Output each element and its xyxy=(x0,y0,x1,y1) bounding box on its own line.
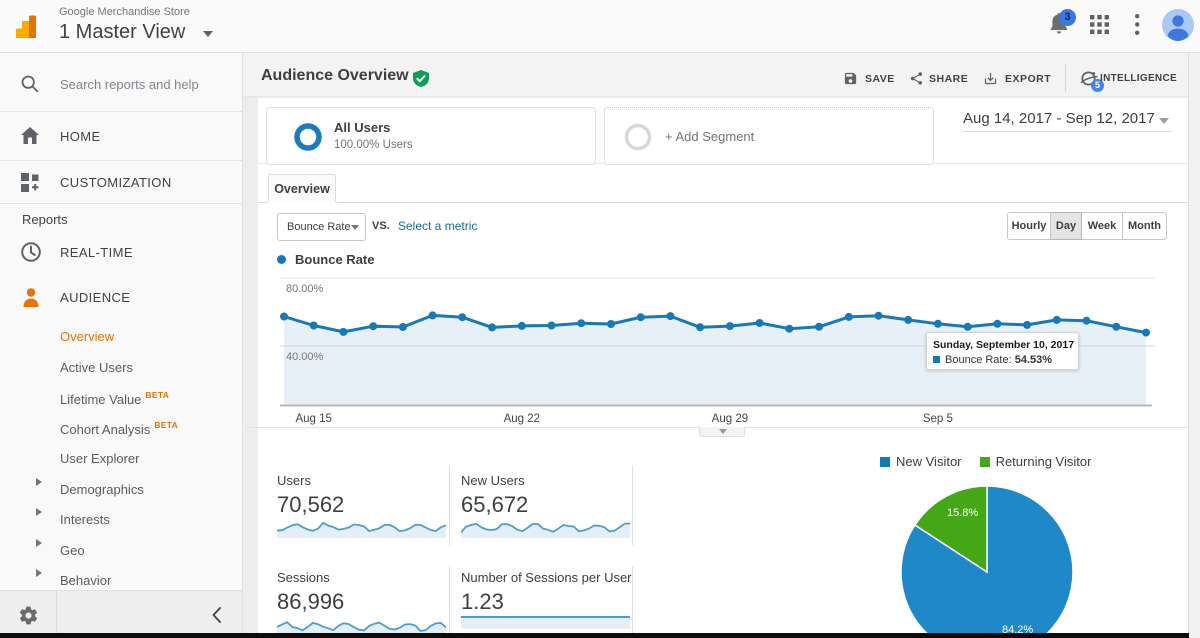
svg-text:15.8%: 15.8% xyxy=(947,507,978,519)
svg-text:Sep 5: Sep 5 xyxy=(923,413,953,425)
svg-text:Aug 22: Aug 22 xyxy=(504,413,540,425)
svg-text:80.00%: 80.00% xyxy=(286,283,324,295)
svg-text:40.00%: 40.00% xyxy=(286,351,324,363)
svg-text:Aug 29: Aug 29 xyxy=(712,413,748,425)
svg-text:Aug 15: Aug 15 xyxy=(295,413,331,425)
